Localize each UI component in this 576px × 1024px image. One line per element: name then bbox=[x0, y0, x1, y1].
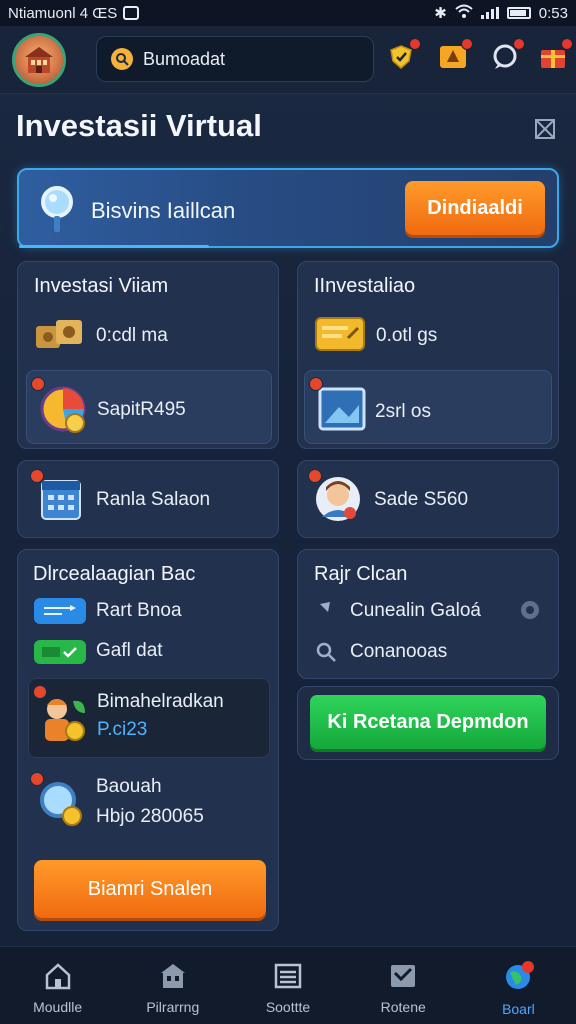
banner-progress-bar bbox=[19, 245, 209, 248]
primary-action-button[interactable]: Biamri Snalen bbox=[34, 860, 266, 918]
status-left-text: Ntiamuonl 4 ŒS bbox=[8, 4, 118, 22]
subpanel-title: Bimahelradkan bbox=[97, 691, 224, 712]
notification-dot bbox=[30, 469, 44, 483]
wallet-icon bbox=[314, 314, 366, 354]
nav-item-home[interactable]: Moudlle bbox=[0, 947, 115, 1024]
services-card: Rajr Clcan Cunealin Galoá Conanooas bbox=[297, 549, 559, 679]
green-action-button[interactable]: Ki Rcetana Depmdon bbox=[310, 695, 546, 749]
notification-badge bbox=[409, 38, 421, 50]
search-bar[interactable] bbox=[96, 36, 374, 82]
page-title: Investasii Virtual bbox=[16, 108, 262, 143]
card-row-value: Ranla Salaon bbox=[96, 489, 211, 510]
status-time: 0:53 bbox=[538, 4, 568, 22]
card-row-value: 0:сdl ma bbox=[96, 325, 168, 346]
chart-icon bbox=[391, 965, 416, 987]
nav-item-list[interactable]: Soottte bbox=[230, 947, 345, 1024]
cash-stack-icon bbox=[34, 312, 86, 352]
category-card: Dlrcealaagian Bac Rart Bnoa Gafl dat Bim… bbox=[17, 549, 279, 931]
search-input[interactable] bbox=[143, 48, 343, 70]
search-banner: Bisvins Iaillcan Dindiaaldi bbox=[17, 168, 559, 248]
notification-dot bbox=[33, 685, 47, 699]
card-row-value: Sade S560 bbox=[374, 489, 469, 510]
picture-frame-icon bbox=[317, 385, 367, 433]
worker-icon bbox=[37, 691, 93, 747]
card-row-value: SapitR495 bbox=[97, 399, 186, 420]
investment-card-left[interactable]: Investasi Viiam 0:сdl ma SapitR495 bbox=[17, 261, 279, 449]
search-icon bbox=[111, 48, 133, 70]
avatar bbox=[314, 473, 362, 525]
status-bar: Ntiamuonl 4 ŒS ✱ 0:53 bbox=[0, 0, 576, 26]
nav-item-building[interactable]: Pilrarrng bbox=[115, 947, 230, 1024]
list-item-label[interactable]: Conanooas bbox=[350, 641, 447, 663]
bluetooth-icon: ✱ bbox=[434, 5, 447, 22]
list-item-value: Hbjo 280065 bbox=[96, 806, 204, 827]
banner-label: Bisvins Iaillcan bbox=[91, 198, 236, 223]
list-item-label[interactable]: Rart Bnoa bbox=[96, 600, 182, 622]
pie-chart-icon bbox=[37, 383, 89, 435]
calendar-icon bbox=[40, 475, 82, 523]
gift-icon[interactable] bbox=[537, 38, 573, 74]
trophy-icon[interactable] bbox=[437, 38, 473, 74]
card-title: IInvestaliao bbox=[314, 275, 416, 297]
card-subpanel[interactable]: 2srl os bbox=[304, 370, 552, 444]
nav-item-chart[interactable]: Rotene bbox=[346, 947, 461, 1024]
list-icon bbox=[274, 963, 302, 989]
close-icon[interactable] bbox=[534, 118, 556, 140]
pin-icon bbox=[314, 598, 336, 620]
nav-label: Moudlle bbox=[33, 999, 83, 1015]
calendar-card[interactable]: Ranla Salaon bbox=[17, 460, 279, 538]
search-coin-icon bbox=[36, 778, 86, 830]
nav-label: Soottte bbox=[265, 999, 311, 1015]
building-icon bbox=[160, 964, 185, 988]
signal-icon bbox=[480, 7, 499, 19]
card-subpanel[interactable]: Bimahelradkan P.ci23 bbox=[28, 678, 270, 758]
nav-item-globe[interactable]: Boarl bbox=[461, 947, 576, 1024]
subpanel-value: P.ci23 bbox=[97, 719, 148, 740]
cash-check-icon bbox=[34, 640, 86, 664]
list-item-label[interactable]: Cunealin Galoá bbox=[350, 600, 481, 622]
nav-label: Rotene bbox=[380, 999, 426, 1015]
list-item-title: Baouah bbox=[96, 776, 162, 797]
search-icon bbox=[314, 640, 338, 664]
notification-dot bbox=[30, 772, 44, 786]
nav-label: Boarl bbox=[502, 1001, 535, 1017]
list-item-label[interactable]: Gafl dat bbox=[96, 640, 163, 662]
card-title: Dlrcealaagian Bac bbox=[33, 563, 196, 585]
app-notification-icon bbox=[123, 6, 140, 20]
magnifier-icon bbox=[37, 184, 81, 234]
notification-dot bbox=[31, 377, 45, 391]
card-title: Investasi Viiam bbox=[34, 275, 169, 297]
app-logo-icon[interactable] bbox=[12, 33, 66, 87]
card-row-value: 2srl os bbox=[375, 401, 431, 422]
investment-card-right[interactable]: IInvestaliao 0.otl gs 2srl os bbox=[297, 261, 559, 449]
shield-alert-icon[interactable] bbox=[385, 38, 421, 74]
battery-icon bbox=[506, 7, 531, 19]
notification-badge bbox=[513, 38, 525, 50]
profile-card[interactable]: Sade S560 bbox=[297, 460, 559, 538]
card-transfer-icon bbox=[34, 598, 86, 624]
bottom-nav: Moudlle Pilrarrng Soottte Rotene Boarl bbox=[0, 946, 576, 1024]
notification-badge bbox=[561, 38, 573, 50]
target-icon[interactable] bbox=[518, 598, 542, 622]
card-subpanel[interactable]: SapitR495 bbox=[26, 370, 272, 444]
top-bar bbox=[0, 26, 576, 94]
globe-icon bbox=[506, 961, 535, 989]
card-row-value: 0.otl gs bbox=[376, 325, 438, 346]
nav-label: Pilrarrng bbox=[146, 999, 200, 1015]
notification-dot bbox=[308, 469, 322, 483]
card-title: Rajr Clcan bbox=[314, 563, 408, 585]
banner-button[interactable]: Dindiaaldi bbox=[405, 181, 545, 235]
home-icon bbox=[45, 963, 70, 990]
notification-dot bbox=[309, 377, 323, 391]
wifi-icon bbox=[455, 4, 473, 22]
chat-icon[interactable] bbox=[489, 38, 525, 74]
notification-badge bbox=[461, 38, 473, 50]
